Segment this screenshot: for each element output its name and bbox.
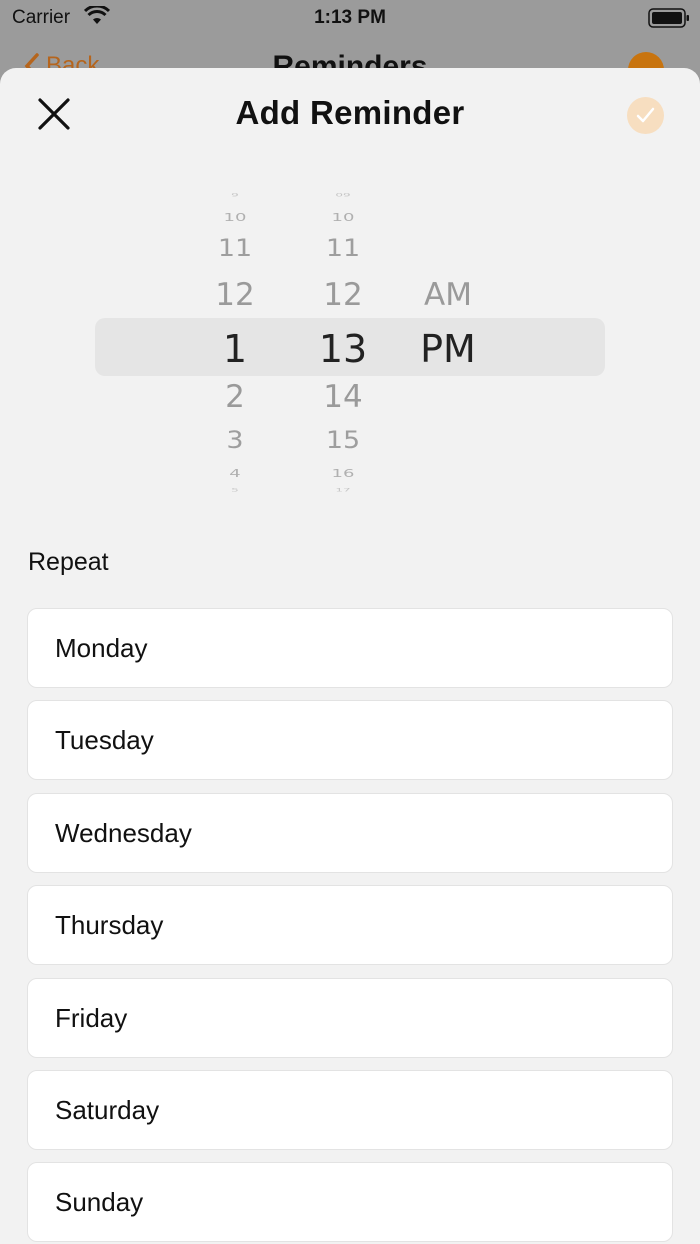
minute-wheel[interactable]: 09 10 11 12 13 14 15 16 17 [283, 193, 403, 498]
minutes-option[interactable]: 13 [283, 327, 403, 371]
hours-option[interactable]: 1 [175, 327, 295, 371]
hour-wheel[interactable]: 9 10 11 12 1 2 3 4 5 [175, 193, 295, 498]
minutes-option[interactable]: 12 [283, 277, 403, 313]
repeat-day-sunday[interactable]: Sunday [27, 1162, 673, 1243]
sheet-title: Add Reminder [235, 94, 465, 131]
repeat-day-thursday[interactable]: Thursday [27, 885, 673, 966]
clock: 1:13 PM [314, 7, 386, 28]
repeat-day-label: Monday [55, 633, 148, 663]
status-bar: Carrier 1:13 PM [0, 0, 700, 36]
repeat-day-label: Thursday [55, 910, 164, 941]
minutes-option[interactable]: 14 [283, 379, 403, 415]
confirm-button[interactable] [627, 97, 664, 134]
repeat-day-wednesday[interactable]: Wednesday [27, 792, 673, 873]
repeat-label: Repeat [28, 548, 109, 576]
repeat-day-label: Wednesday [55, 817, 192, 848]
minutes-option[interactable]: 17 [283, 488, 403, 493]
period-wheel[interactable]: AM PM [388, 193, 508, 498]
hours-option[interactable]: 11 [175, 235, 295, 262]
minutes-option[interactable]: 09 [283, 193, 403, 198]
repeat-day-label: Saturday [55, 1095, 160, 1125]
repeat-day-monday[interactable]: Monday [27, 608, 673, 688]
hours-option[interactable]: 4 [175, 467, 295, 480]
repeat-day-saturday[interactable]: Saturday [27, 1070, 673, 1150]
repeat-day-label: Sunday [55, 1187, 144, 1218]
hours-option[interactable]: 5 [175, 488, 295, 493]
period-option[interactable]: AM [388, 277, 508, 313]
repeat-day-label: Tuesday [55, 725, 154, 756]
minutes-option[interactable]: 15 [283, 427, 403, 454]
add-reminder-sheet: Add Reminder 9 10 11 12 1 2 3 4 5 09 10 11 12 13 14 15… [0, 68, 700, 1244]
hours-option[interactable]: 2 [175, 379, 295, 415]
period-option[interactable]: PM [388, 327, 508, 371]
hours-option[interactable]: 9 [175, 193, 295, 198]
hours-option[interactable]: 12 [175, 277, 295, 313]
battery-icon [648, 8, 690, 33]
time-picker[interactable]: 9 10 11 12 1 2 3 4 5 09 10 11 12 13 14 15 16 17 AM PM [0, 193, 700, 498]
repeat-day-label: Friday [55, 1002, 128, 1033]
checkmark-icon [636, 107, 655, 123]
minutes-option[interactable]: 10 [283, 211, 403, 224]
minutes-option[interactable]: 16 [283, 467, 403, 480]
hours-option[interactable]: 10 [175, 211, 295, 224]
minutes-option[interactable]: 11 [283, 235, 403, 262]
repeat-day-friday[interactable]: Friday [27, 977, 673, 1058]
repeat-day-tuesday[interactable]: Tuesday [27, 700, 673, 781]
hours-option[interactable]: 3 [175, 427, 295, 454]
